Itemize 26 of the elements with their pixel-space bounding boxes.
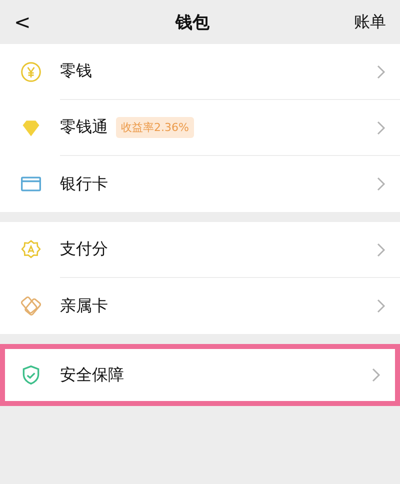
badge-icon xyxy=(20,239,42,261)
yield-tag: 收益率2.36% xyxy=(116,117,194,138)
cards-icon xyxy=(20,295,42,317)
item-label: 安全保障 xyxy=(60,364,124,386)
back-button[interactable]: < xyxy=(14,10,31,34)
item-label: 银行卡 xyxy=(60,174,108,194)
item-label: 零钱 xyxy=(60,61,92,82)
yen-coin-icon xyxy=(20,61,42,83)
chevron-icon xyxy=(376,120,386,136)
menu-item[interactable]: 零钱通 收益率2.36% xyxy=(0,100,400,156)
shield-icon xyxy=(20,364,42,386)
bills-link[interactable]: 账单 xyxy=(354,12,386,32)
page-title: 钱包 xyxy=(175,12,210,34)
menu-item[interactable]: 零钱 xyxy=(0,44,400,100)
chevron-icon xyxy=(376,298,386,314)
chevron-icon xyxy=(376,176,386,192)
chevron-icon xyxy=(376,64,386,80)
menu-item[interactable]: 支付分 xyxy=(0,222,400,278)
item-label: 支付分 xyxy=(60,239,108,260)
menu-item[interactable]: 亲属卡 xyxy=(0,278,400,334)
menu-item[interactable]: 安全保障 xyxy=(0,344,400,406)
item-label: 零钱通 xyxy=(60,117,108,138)
chevron-icon xyxy=(376,242,386,258)
menu-item[interactable]: 银行卡 xyxy=(0,156,400,212)
item-label: 亲属卡 xyxy=(60,296,108,316)
chevron-icon xyxy=(371,367,381,383)
